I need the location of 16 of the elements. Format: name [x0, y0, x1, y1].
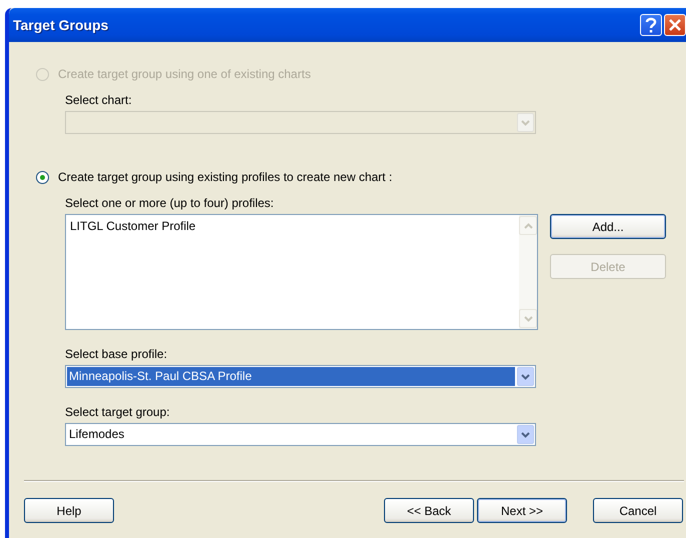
button[interactable]: Add...	[550, 214, 666, 239]
dropdown[interactable]: Lifemodes	[65, 423, 536, 446]
button[interactable]: Cancel	[593, 498, 683, 523]
button[interactable]: Help	[24, 498, 114, 523]
radio-label: Create target group using existing profiles to create new chart :	[58, 170, 392, 184]
field-label: Select target group:	[65, 404, 171, 420]
profile-list[interactable]: LITGL Customer Profile	[65, 214, 538, 330]
field-label: Select chart:	[65, 92, 133, 108]
list-item[interactable]: LITGL Customer Profile	[70, 218, 515, 234]
field-label: Select base profile:	[65, 346, 168, 362]
button[interactable]: Next >>	[477, 498, 567, 523]
window-title: Target Groups	[13, 17, 110, 33]
button[interactable]: << Back	[384, 498, 474, 523]
radio-label: Create target group using one of existing charts	[58, 67, 311, 81]
dropdown[interactable]: Minneapolis-St. Paul CBSA Profile	[65, 365, 536, 388]
field-label: Select one or more (up to four) profiles:	[65, 195, 275, 211]
